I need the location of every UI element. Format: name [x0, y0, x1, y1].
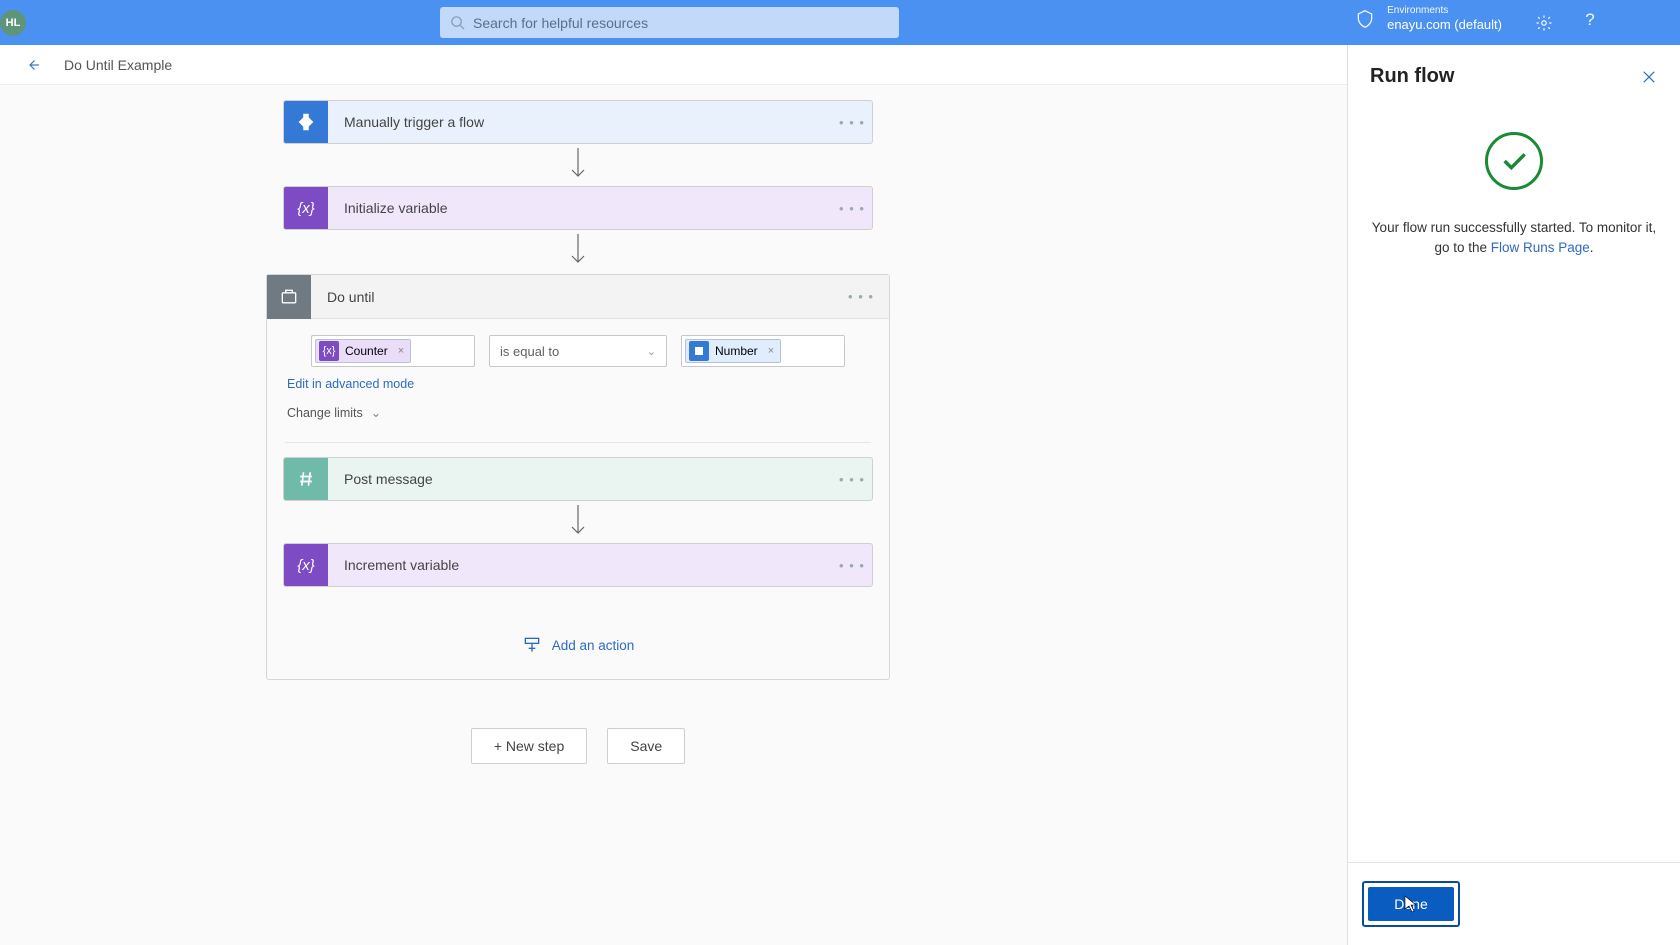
variable-icon: {x}	[284, 186, 328, 230]
card-menu-icon[interactable]: • • •	[841, 289, 881, 304]
condition-left-input[interactable]: {x} Counter ×	[311, 335, 475, 367]
environment-name: enayu.com (default)	[1387, 17, 1502, 33]
arrow-down-icon	[568, 503, 588, 541]
condition-operator-dropdown[interactable]: is equal to ⌄	[489, 335, 667, 367]
environment-text: Environments enayu.com (default)	[1387, 5, 1502, 33]
chevron-down-icon: ⌄	[647, 345, 656, 358]
token-label: Counter	[345, 344, 388, 358]
panel-title: Run flow	[1370, 65, 1454, 88]
card-menu-icon[interactable]: • • •	[832, 558, 872, 573]
environment-picker[interactable]: Environments enayu.com (default)	[1355, 5, 1502, 33]
card-menu-icon[interactable]: • • •	[832, 472, 872, 487]
add-action-button[interactable]: Add an action	[522, 635, 635, 655]
do-until-container: Do until • • • {x} Counter × is equal to…	[266, 274, 890, 680]
token-counter: {x} Counter ×	[315, 339, 411, 363]
back-arrow-icon[interactable]	[24, 56, 42, 74]
condition-right-input[interactable]: Number ×	[681, 335, 845, 367]
card-title: Initialize variable	[328, 200, 832, 216]
initialize-variable-card[interactable]: {x} Initialize variable • • •	[283, 186, 873, 230]
new-step-button[interactable]: + New step	[471, 728, 587, 764]
save-button[interactable]: Save	[607, 728, 685, 764]
token-number: Number ×	[685, 339, 781, 363]
top-bar: Environments enayu.com (default) ? HL	[0, 0, 1680, 45]
add-action-icon	[522, 635, 542, 655]
variable-token-icon: {x}	[319, 341, 339, 361]
run-flow-panel: Run flow Your flow run successfully star…	[1347, 45, 1680, 945]
arrow-down-icon	[568, 232, 588, 270]
token-remove-icon[interactable]: ×	[398, 345, 404, 357]
search-input[interactable]	[473, 15, 889, 31]
post-message-card[interactable]: Post message • • •	[283, 457, 873, 501]
card-title: Manually trigger a flow	[328, 114, 832, 130]
gear-icon[interactable]	[1534, 13, 1554, 33]
environment-label: Environments	[1387, 5, 1502, 17]
change-limits-toggle[interactable]: Change limits ⌄	[287, 405, 869, 420]
separator	[285, 442, 871, 443]
card-menu-icon[interactable]: • • •	[832, 201, 872, 216]
arrow-down-icon	[568, 146, 588, 184]
done-button[interactable]: Done	[1368, 887, 1454, 921]
change-limits-label: Change limits	[287, 406, 363, 420]
trigger-icon	[284, 100, 328, 144]
bottom-button-row: + New step Save	[471, 728, 685, 764]
search-box[interactable]	[440, 7, 899, 38]
flow-runs-link[interactable]: Flow Runs Page	[1491, 240, 1590, 255]
operator-label: is equal to	[500, 344, 559, 359]
do-until-condition-row: {x} Counter × is equal to ⌄ Number	[267, 319, 889, 377]
increment-variable-card[interactable]: {x} Increment variable • • •	[283, 543, 873, 587]
trigger-token-icon	[689, 341, 709, 361]
do-until-header[interactable]: Do until • • •	[267, 275, 889, 319]
close-icon[interactable]	[1640, 68, 1658, 86]
card-title: Do until	[311, 289, 841, 305]
card-title: Post message	[328, 471, 832, 487]
card-menu-icon[interactable]: • • •	[832, 115, 872, 130]
hash-icon	[284, 457, 328, 501]
chevron-down-icon: ⌄	[371, 405, 381, 420]
help-icon[interactable]: ?	[1580, 10, 1600, 30]
panel-message: Your flow run successfully started. To m…	[1370, 218, 1658, 257]
add-action-label: Add an action	[552, 638, 635, 653]
token-label: Number	[715, 344, 758, 358]
success-check-icon	[1485, 132, 1543, 190]
search-icon	[450, 15, 465, 30]
variable-icon: {x}	[284, 543, 328, 587]
page-title: Do Until Example	[64, 57, 172, 73]
environment-icon	[1355, 9, 1375, 29]
edit-advanced-link[interactable]: Edit in advanced mode	[287, 377, 869, 391]
trigger-card[interactable]: Manually trigger a flow • • •	[283, 100, 873, 144]
done-button-focus-ring: Done	[1362, 881, 1460, 927]
loop-icon	[267, 275, 311, 319]
token-remove-icon[interactable]: ×	[768, 345, 774, 357]
avatar[interactable]: HL	[0, 10, 26, 36]
card-title: Increment variable	[328, 557, 832, 573]
flow-canvas: Manually trigger a flow • • • {x} Initia…	[0, 85, 1156, 945]
